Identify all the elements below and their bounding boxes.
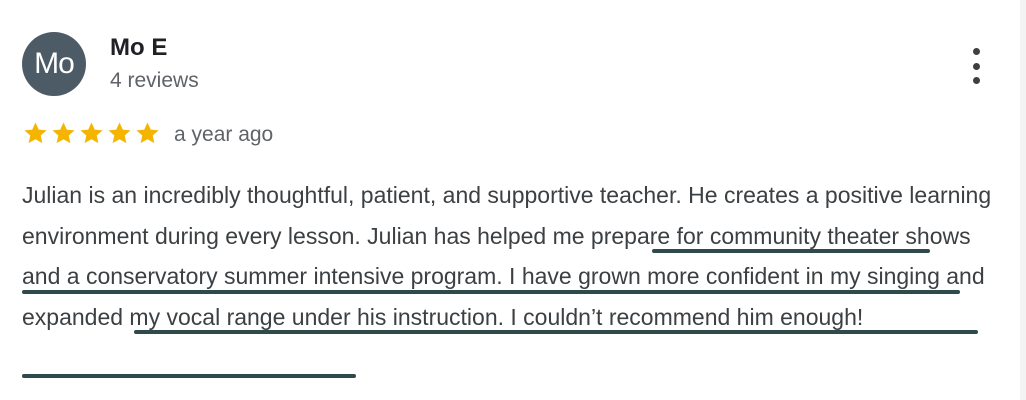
star-icon	[108, 122, 131, 144]
author-name[interactable]: Mo E	[110, 34, 167, 62]
star-icon	[80, 122, 103, 144]
more-vert-icon	[972, 48, 980, 55]
highlight-underline	[22, 290, 960, 294]
highlight-underline	[22, 374, 356, 378]
star-rating	[22, 120, 161, 147]
star-icon	[52, 122, 75, 144]
review-card: Mo Mo E 4 reviews a year ago Julian is a…	[0, 0, 1021, 400]
avatar-initials: Mo	[34, 47, 75, 80]
highlight-underline	[652, 249, 930, 253]
star-icon	[24, 122, 47, 144]
author-review-count[interactable]: 4 reviews	[110, 69, 199, 93]
review-time: a year ago	[174, 123, 274, 146]
star-icon	[136, 122, 159, 144]
review-text: Julian is an incredibly thoughtful, pati…	[22, 182, 992, 330]
highlight-underline	[134, 330, 978, 334]
page-edge	[1020, 0, 1026, 400]
more-options-button[interactable]	[958, 44, 994, 88]
avatar[interactable]: Mo	[22, 32, 86, 96]
